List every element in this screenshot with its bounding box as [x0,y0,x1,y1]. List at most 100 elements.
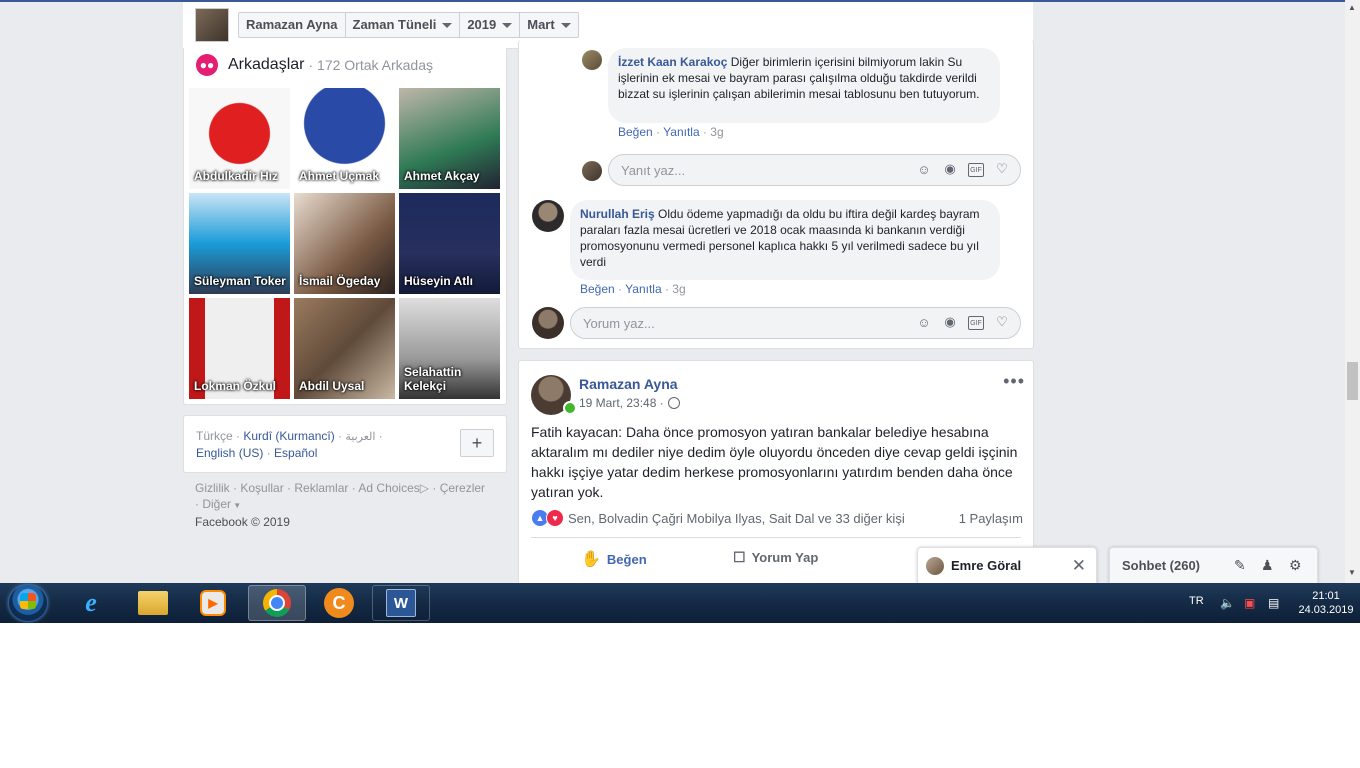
friends-grid: Abdulkadir Hız Ahmet Uçmak Ahmet Akçay S… [189,88,501,399]
chat-sidebar-bar[interactable]: Sohbet (260) ✎ ♟ ⚙ [1109,547,1318,583]
comment-input[interactable]: Yorum yaz... ☺ ◉ GIF ♡ [570,307,1021,339]
friend-tile[interactable]: Abdulkadir Hız [189,88,290,189]
volume-icon[interactable]: 🔈 [1220,596,1235,610]
c-app-icon: C [324,588,354,618]
friend-tile[interactable]: Süleyman Toker [189,193,290,294]
input-icons: ☺ ◉ GIF ♡ [916,161,1010,177]
action-center-icon[interactable]: ▤ [1268,596,1279,610]
gif-icon[interactable]: GIF [968,316,984,330]
taskbar-c-app[interactable]: C [310,585,368,621]
sticker-icon[interactable]: ♡ [994,161,1010,177]
smiley-icon[interactable]: ☺ [916,314,932,330]
tab-year[interactable]: 2019 [460,13,521,37]
friend-tile[interactable]: Ahmet Akçay [399,88,500,189]
chevron-down-icon [502,22,513,28]
friend-tile[interactable]: İsmail Ögeday [294,193,395,294]
word-icon: W [386,589,416,617]
more-options-icon[interactable]: ••• [1003,371,1025,392]
browser-viewport: Ramazan Ayna Zaman Tüneli 2019 Mart ●● A… [0,0,1360,583]
like-link[interactable]: Beğen [580,282,615,296]
reactions-text[interactable]: Sen, Bolvadin Çağri Mobilya Ilyas, Sait … [568,511,905,526]
chat-sidebar-label: Sohbet (260) [1122,558,1201,573]
reply-link[interactable]: Yanıtla [663,125,699,139]
tab-label: Zaman Tüneli [352,17,437,32]
chevron-down-icon [560,22,571,28]
reactions-row: ▲ ♥ Sen, Bolvadin Çağri Mobilya Ilyas, S… [531,509,1023,527]
taskbar-clock[interactable]: 21:01 24.03.2019 [1296,589,1356,617]
compose-icon[interactable]: ✎ [1234,557,1246,574]
friend-tile[interactable]: Selahattin Kelekçi [399,298,500,399]
post-meta: 19 Mart, 23:48 · [579,396,680,410]
post-author[interactable]: Ramazan Ayna [579,376,678,392]
lang-link[interactable]: Kurdî (Kurmancî) [243,429,334,443]
gear-icon[interactable]: ⚙ [1289,557,1302,574]
system-tray: TR 🔈 ▣ ▤ 21:01 24.03.2019 [1160,583,1360,623]
windows-start-icon[interactable] [9,585,47,621]
people-icon[interactable]: ♟ [1261,557,1274,574]
footer-link-privacy[interactable]: Gizlilik [195,481,230,495]
lang-link[interactable]: Español [274,446,317,460]
lang-link[interactable]: English (US) [196,446,263,460]
clock-time: 21:01 [1312,590,1340,602]
like-label: Beğen [606,551,647,567]
footer-link-more[interactable]: Diğer [202,497,231,511]
tab-label: Ramazan Ayna [246,17,338,32]
friend-tile[interactable]: Ahmet Uçmak [294,88,395,189]
chat-name: Emre Göral [951,558,1022,573]
camera-icon[interactable]: ◉ [942,314,958,330]
tab-month[interactable]: Mart [520,13,577,37]
taskbar-media-player[interactable]: ▶ [184,585,242,621]
friend-name: Lokman Özkul [194,379,277,393]
footer-link-adchoices[interactable]: Ad Choices [358,481,419,495]
friend-tile[interactable]: Abdil Uysal [294,298,395,399]
like-button[interactable]: ✋ Beğen [581,549,647,569]
footer-link-cookies[interactable]: Çerezler [440,481,485,495]
reply-link[interactable]: Yanıtla [625,282,661,296]
taskbar-chrome[interactable] [248,585,306,621]
scrollbar-thumb[interactable] [1347,362,1358,400]
like-link[interactable]: Beğen [618,125,653,139]
shares-count[interactable]: 1 Paylaşım [959,511,1023,526]
tab-label: 2019 [467,17,497,32]
reply-placeholder: Yanıt yaz... [621,163,686,178]
comment-button[interactable]: ☐ Yorum Yap [733,549,818,566]
network-error-icon[interactable]: ▣ [1244,596,1255,610]
commenter-avatar[interactable] [582,50,602,70]
reaction-icons[interactable]: ▲ ♥ [531,509,564,527]
scroll-up-icon[interactable]: ▲ [1348,3,1356,12]
footer-link-terms[interactable]: Koşullar [240,481,283,495]
tab-timeline[interactable]: Zaman Tüneli [346,13,461,37]
reply-bubble: İzzet Kaan Karakoç Diğer birimlerin içer… [608,48,1000,123]
gif-icon[interactable]: GIF [968,163,984,177]
taskbar-word[interactable]: W [372,585,430,621]
comment-time[interactable]: 3g [672,282,685,296]
reply-actions: Beğen · Yanıtla · 3g [618,125,724,139]
add-language-button[interactable]: + [460,429,494,457]
comment-author[interactable]: Nurullah Eriş [580,207,655,221]
reply-input[interactable]: Yanıt yaz... ☺ ◉ GIF ♡ [608,154,1021,186]
taskbar-explorer[interactable] [124,585,182,621]
comment-author[interactable]: İzzet Kaan Karakoç [618,55,727,69]
taskbar-ie[interactable]: e [62,585,120,621]
close-icon[interactable]: ✕ [1072,556,1086,576]
comment-time[interactable]: 3g [710,125,723,139]
page-scrollbar[interactable]: ▲ ▼ [1345,0,1360,583]
smiley-icon[interactable]: ☺ [916,161,932,177]
clock-date: 24.03.2019 [1298,604,1354,616]
footer-link-ads[interactable]: Reklamlar [294,481,348,495]
friend-tile[interactable]: Lokman Özkul [189,298,290,399]
sticker-icon[interactable]: ♡ [994,314,1010,330]
friend-tile[interactable]: Hüseyin Atlı [399,193,500,294]
friends-title[interactable]: Arkadaşlar [228,56,304,74]
mutual-friends-count[interactable]: · 172 Ortak Arkadaş [308,57,433,73]
camera-icon[interactable]: ◉ [942,161,958,177]
commenter-avatar[interactable] [532,200,564,232]
lang-link[interactable]: العربية [345,431,375,443]
language-indicator[interactable]: TR [1189,595,1204,607]
post-date[interactable]: 19 Mart, 23:48 · [579,396,664,410]
friends-header: ●● Arkadaşlar · 172 Ortak Arkadaş [196,54,433,76]
tab-profile-name[interactable]: Ramazan Ayna [239,13,346,37]
scroll-down-icon[interactable]: ▼ [1348,568,1356,577]
chat-tab[interactable]: Emre Göral ✕ [917,547,1097,583]
profile-avatar[interactable] [195,8,229,42]
